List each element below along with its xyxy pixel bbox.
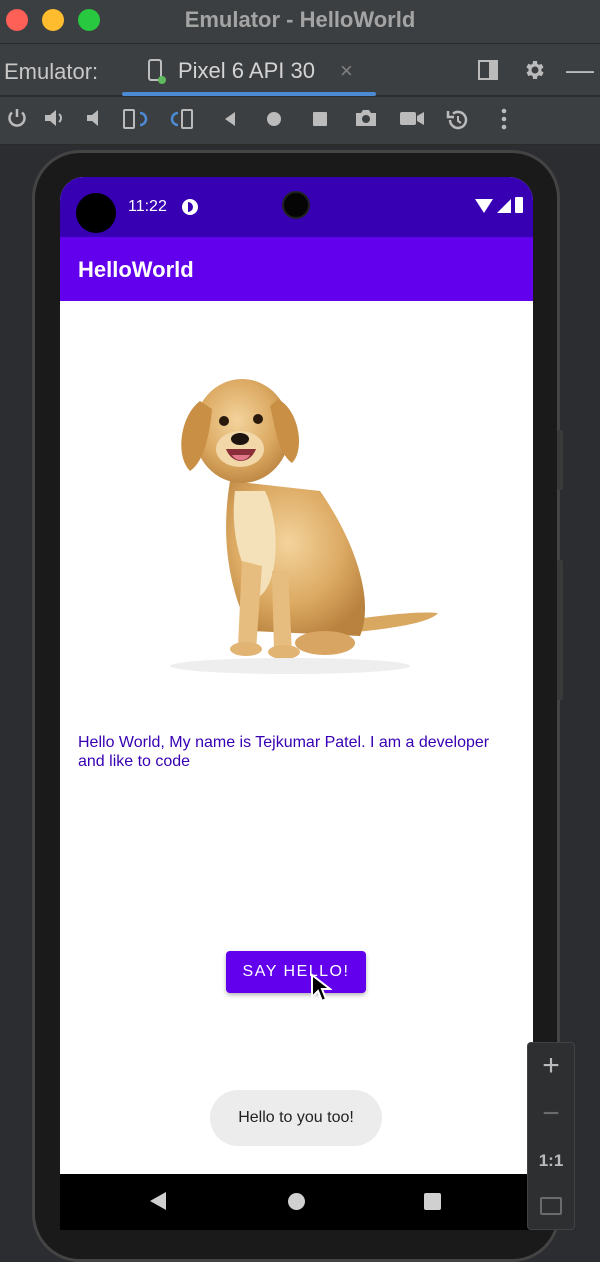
zoom-actual-size-button[interactable]: 1:1 (528, 1151, 574, 1171)
window-title-bar: Emulator - HelloWorld (0, 0, 600, 44)
nav-home-icon[interactable] (288, 1193, 305, 1210)
status-bar: 11:22 (60, 177, 533, 237)
zoom-in-button[interactable]: + (528, 1049, 574, 1083)
home-icon[interactable] (260, 107, 288, 135)
phone-device-icon (148, 59, 166, 84)
rotate-right-icon[interactable] (168, 107, 196, 135)
device-screen: 11:22 HelloWorld Hello World, My name is… (60, 177, 533, 1230)
app-title: HelloWorld (78, 257, 194, 282)
rotate-left-icon[interactable] (122, 107, 150, 135)
wifi-icon (475, 199, 493, 213)
status-time: 11:22 (128, 198, 167, 215)
toast-message: Hello to you too! (210, 1090, 382, 1146)
battery-icon (515, 197, 523, 213)
data-saver-icon (182, 199, 198, 215)
zoom-panel: + − 1:1 (527, 1042, 575, 1230)
device-tab-label: Pixel 6 API 30 (178, 58, 315, 83)
nav-back-icon[interactable] (150, 1192, 166, 1210)
camera-icon[interactable] (352, 107, 380, 135)
tab-device[interactable]: Pixel 6 API 30 × (122, 44, 376, 96)
overview-icon[interactable] (306, 107, 334, 135)
emulator-label: Emulator: (4, 59, 99, 84)
power-icon[interactable] (3, 107, 31, 135)
gear-icon[interactable] (522, 58, 546, 88)
tab-close-icon[interactable]: × (340, 58, 353, 84)
say-hello-button[interactable]: SAY HELLO! (226, 951, 366, 993)
zoom-out-button[interactable]: − (528, 1097, 574, 1131)
volume-up-icon[interactable] (42, 107, 70, 135)
emulator-tab-bar: Emulator: Pixel 6 API 30 × — (0, 44, 600, 96)
volume-rocker[interactable] (557, 560, 563, 700)
navigation-bar (60, 1174, 533, 1230)
record-icon[interactable] (398, 107, 426, 135)
side-button[interactable] (557, 430, 563, 490)
volume-down-icon[interactable] (82, 107, 110, 135)
mouse-cursor-icon (310, 972, 333, 1008)
front-camera (282, 191, 310, 219)
nav-recents-icon[interactable] (424, 1193, 441, 1210)
puppy-image (160, 361, 450, 681)
window-title: Emulator - HelloWorld (184, 7, 416, 32)
snapshot-icon[interactable] (444, 107, 472, 135)
zoom-fit-icon[interactable] (540, 1197, 562, 1215)
signal-icon (497, 199, 511, 213)
main-content: Hello World, My name is Tejkumar Patel. … (60, 301, 533, 1174)
camera-cutout (76, 193, 116, 233)
layout-icon[interactable] (478, 60, 498, 80)
minimize-icon[interactable]: — (566, 54, 594, 86)
active-tab-indicator (122, 92, 376, 96)
emulator-toolbar (0, 97, 600, 145)
back-icon[interactable] (216, 107, 244, 135)
app-bar: HelloWorld (60, 237, 533, 301)
more-icon[interactable] (490, 107, 518, 135)
intro-text: Hello World, My name is Tejkumar Patel. … (78, 734, 490, 770)
